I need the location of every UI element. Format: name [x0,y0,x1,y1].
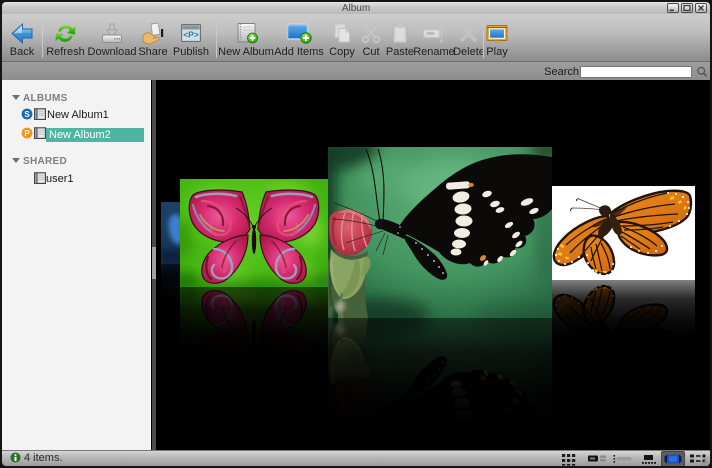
svg-text:<P>: <P> [183,30,199,40]
svg-text:S: S [24,110,30,119]
svg-text:P: P [24,129,30,138]
